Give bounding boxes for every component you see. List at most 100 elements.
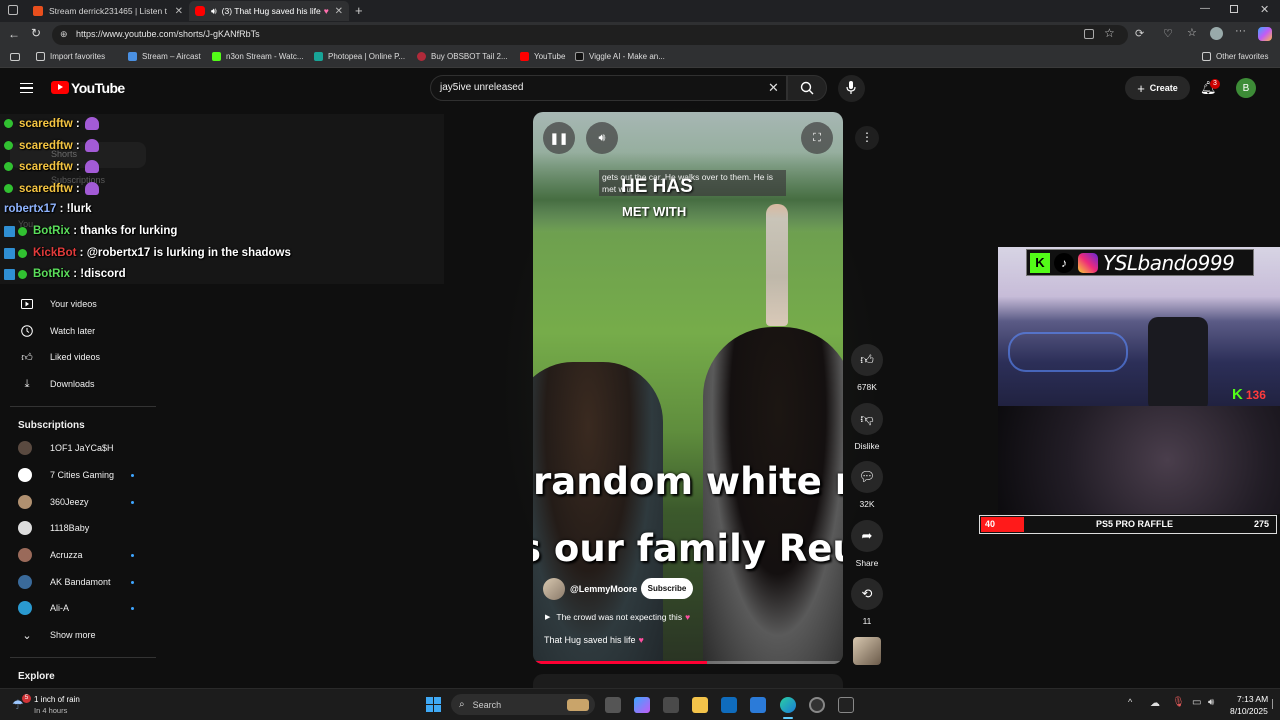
close-tab-icon[interactable]: ✕: [335, 6, 343, 17]
burned-caption-line-2: s our family Reun: [533, 527, 843, 570]
favorites-icon[interactable]: ☆: [1187, 26, 1197, 39]
voice-search-button[interactable]: [838, 75, 865, 102]
notification-center-icon[interactable]: [1272, 699, 1277, 709]
volume-tray-icon[interactable]: 🔊︎: [1208, 697, 1214, 708]
search-query[interactable]: jay5ive unreleased: [440, 82, 523, 93]
remix-action[interactable]: ⟲ 11: [851, 578, 883, 626]
store-icon[interactable]: [663, 697, 679, 713]
subscription-item[interactable]: 1OF1 JaYCa$H: [18, 437, 114, 459]
url-box[interactable]: ⊕ https://www.youtube.com/shorts/J-gKANf…: [52, 25, 1128, 45]
youtube-logo-text[interactable]: YouTube: [71, 80, 125, 96]
sidebar-item-downloads[interactable]: ⤓ Downloads: [18, 373, 95, 395]
split-screen-icon[interactable]: [1084, 29, 1094, 39]
bookmark-youtube[interactable]: YouTube: [520, 52, 565, 61]
shorts-video-player[interactable]: ❚❚ 🔊︎ ⛶ gets out the car. He walks over …: [533, 112, 843, 664]
profile-icon[interactable]: [1210, 27, 1223, 40]
channel-name[interactable]: @LemmyMoore: [570, 584, 637, 594]
sound-thumbnail[interactable]: [853, 637, 881, 665]
sidebar-item-liked-videos[interactable]: 👍︎ Liked videos: [18, 346, 100, 368]
subscription-item[interactable]: Ali-A: [18, 597, 69, 619]
account-avatar[interactable]: B: [1236, 78, 1256, 98]
create-button[interactable]: + Create: [1125, 76, 1190, 100]
share-arrow-icon[interactable]: ➦: [851, 520, 883, 552]
volume-icon: 🔊︎: [598, 131, 606, 144]
obs-icon[interactable]: [809, 697, 825, 713]
show-hidden-icons[interactable]: ^: [1128, 697, 1132, 707]
bookmark-obsbot[interactable]: Buy OBSBOT Tail 2...: [417, 52, 508, 61]
description-row[interactable]: ▶ The crowd was not expecting this ♥: [545, 612, 690, 622]
clear-search-icon[interactable]: ✕: [768, 80, 779, 96]
bookmark-import[interactable]: Import favorites: [36, 52, 105, 61]
clock-time[interactable]: 7:13 AM: [1237, 694, 1268, 704]
sidebar-item-watch-later[interactable]: Watch later: [18, 320, 95, 342]
subscription-item[interactable]: Acruzza: [18, 544, 83, 566]
subscription-item[interactable]: 360Jeezy: [18, 491, 89, 513]
tab-actions-icon[interactable]: [8, 5, 18, 15]
edge-icon[interactable]: [780, 697, 796, 713]
show-more-button[interactable]: ⌄ Show more: [18, 624, 95, 646]
close-window-button[interactable]: ✕: [1260, 3, 1269, 16]
comment-icon[interactable]: 💬︎: [851, 461, 883, 493]
fullscreen-button[interactable]: ⛶: [801, 122, 833, 154]
url-text[interactable]: https://www.youtube.com/shorts/J-gKANfRb…: [76, 29, 260, 39]
search-input[interactable]: jay5ive unreleased ✕: [430, 75, 787, 101]
more-options-icon[interactable]: ···: [1235, 25, 1246, 37]
close-tab-icon[interactable]: ✕: [175, 6, 183, 17]
dislike-action[interactable]: 👎︎ Dislike: [849, 403, 885, 451]
volume-button[interactable]: 🔊︎: [586, 122, 618, 154]
tab-stream[interactable]: Stream derrick231465 | Listen to ✕: [27, 1, 189, 21]
tab-youtube-short[interactable]: 🔊︎ (3) That Hug saved his life ♥ ✕: [189, 1, 349, 21]
channel-avatar[interactable]: [543, 578, 565, 600]
video-progress-bar[interactable]: [533, 661, 843, 664]
bookmark-aircast[interactable]: Stream – Aircast: [128, 52, 201, 61]
windows-start-icon[interactable]: [426, 697, 441, 712]
explore-heading: Explore: [18, 671, 55, 682]
hamburger-menu-icon[interactable]: [20, 83, 33, 93]
more-actions-button[interactable]: ⋮: [855, 126, 879, 150]
thumbs-up-icon[interactable]: 👍︎: [851, 344, 883, 376]
verified-badge-icon: [4, 184, 13, 193]
taskbar-search-box[interactable]: ⌕ Search: [451, 694, 595, 715]
thumbs-down-icon[interactable]: 👎︎: [851, 403, 883, 435]
file-explorer-icon[interactable]: [692, 697, 708, 713]
bookmark-photopea[interactable]: Photopea | Online P...: [314, 52, 405, 61]
share-action[interactable]: ➦ Share: [851, 520, 883, 568]
audio-playing-icon[interactable]: 🔊︎: [211, 6, 217, 17]
network-icon[interactable]: ▭: [1192, 697, 1201, 708]
browser-essentials-icon[interactable]: ♡: [1163, 27, 1173, 40]
search-button[interactable]: [787, 75, 827, 101]
bookmark-viggle[interactable]: Viggle AI - Make an...: [575, 52, 665, 61]
extensions-icon[interactable]: ⟳: [1135, 27, 1144, 40]
copilot-icon[interactable]: [1258, 27, 1272, 41]
bookmark-n3on[interactable]: n3on Stream - Watc...: [212, 52, 304, 61]
minimize-button[interactable]: —: [1200, 3, 1210, 14]
mic-tray-icon[interactable]: 🎙︎: [1172, 697, 1185, 708]
subscribe-button[interactable]: Subscribe: [641, 578, 693, 599]
onedrive-icon[interactable]: ☁: [1150, 698, 1160, 709]
like-action[interactable]: 👍︎ 678K: [851, 344, 883, 392]
copilot-app-icon[interactable]: [634, 697, 650, 713]
new-tab-button[interactable]: +: [355, 3, 363, 18]
chat-message: robertx17 : !lurk: [4, 203, 92, 215]
epic-games-icon[interactable]: [838, 697, 854, 713]
youtube-logo-icon[interactable]: [51, 81, 69, 94]
sidebar-item-your-videos[interactable]: Your videos: [18, 293, 97, 315]
outlook-icon[interactable]: [721, 697, 737, 713]
clock-date[interactable]: 8/10/2025: [1230, 706, 1268, 716]
remix-icon[interactable]: ⟲: [851, 578, 883, 610]
site-info-icon[interactable]: ⊕: [60, 29, 68, 40]
maximize-button[interactable]: [1230, 5, 1238, 13]
pause-button[interactable]: ❚❚: [543, 122, 575, 154]
subscription-item[interactable]: AK Bandamont: [18, 571, 111, 593]
weather-title[interactable]: 1 inch of rain: [34, 695, 80, 704]
task-view-icon[interactable]: [605, 697, 621, 713]
comments-action[interactable]: 💬︎ 32K: [851, 461, 883, 509]
photos-icon[interactable]: [750, 697, 766, 713]
subscription-item[interactable]: 7 Cities Gaming: [18, 464, 114, 486]
favorites-bar-icon[interactable]: [10, 53, 20, 61]
other-favorites[interactable]: Other favorites: [1202, 52, 1268, 61]
favorite-star-icon[interactable]: ☆: [1104, 26, 1115, 40]
refresh-icon[interactable]: ↻: [31, 26, 41, 40]
subscription-item[interactable]: 1118Baby: [18, 517, 89, 539]
back-icon[interactable]: ←: [8, 27, 20, 41]
